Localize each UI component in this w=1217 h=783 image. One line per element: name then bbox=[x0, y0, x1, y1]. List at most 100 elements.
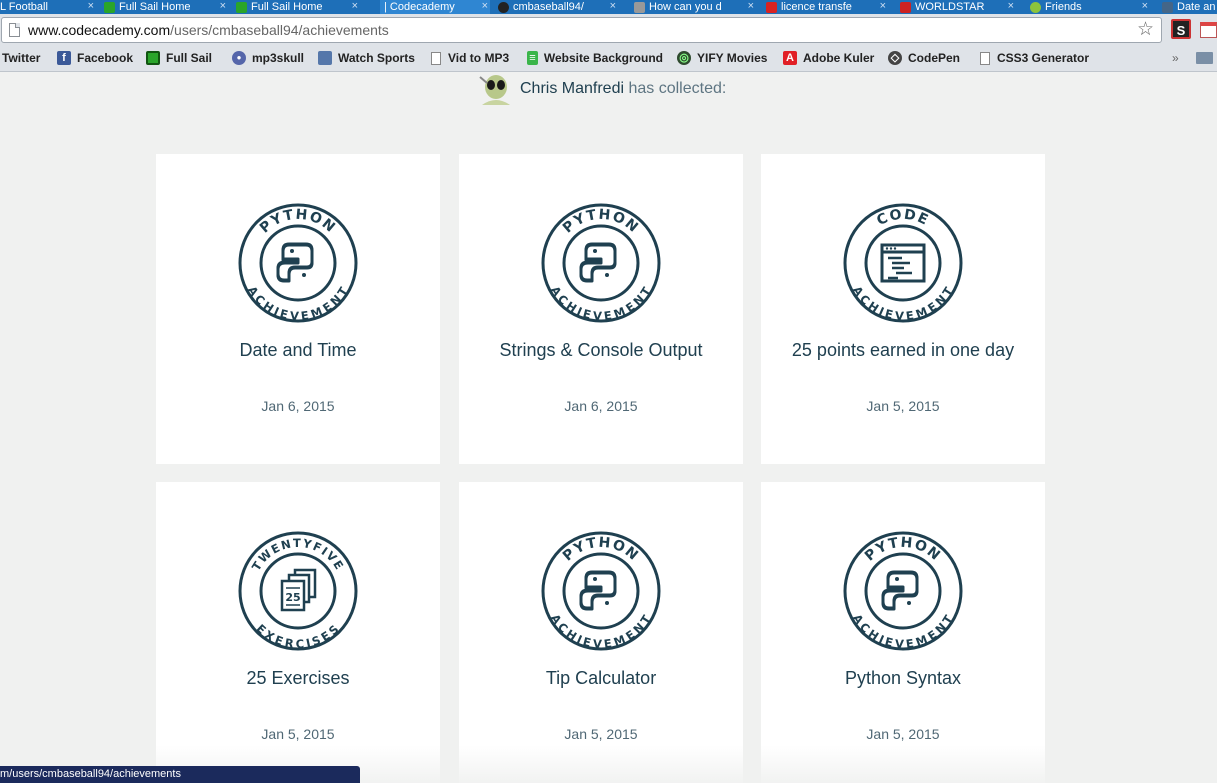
collected-heading: Chris Manfredi has collected: bbox=[520, 80, 726, 98]
achievement-card[interactable]: PYTHON ACHIEVEMENT Tip Calculator Jan 5, … bbox=[459, 482, 743, 783]
calendar-extension-icon[interactable] bbox=[1200, 22, 1217, 38]
python-achievement-badge-icon: PYTHONACHIEVEMENT bbox=[541, 531, 661, 651]
achievement-card[interactable]: PYTHON ACHIEVEMENT Strings & Console Outp… bbox=[459, 154, 743, 464]
full-sail-favicon-icon bbox=[236, 1, 247, 13]
bookmark-label: mp3skull bbox=[252, 51, 305, 65]
yify-icon: ◎ bbox=[677, 51, 691, 65]
bookmark-label: Facebook bbox=[77, 51, 134, 65]
tab-close-icon[interactable]: × bbox=[220, 0, 226, 12]
browser-tab[interactable]: How can you d × bbox=[630, 0, 756, 14]
tab-title: Friends bbox=[1045, 1, 1082, 13]
tv-icon bbox=[318, 51, 332, 65]
status-bar-url: m/users/cmbaseball94/achievements bbox=[0, 766, 360, 783]
address-bar[interactable]: www.codecademy.com/users/cmbaseball94/ac… bbox=[1, 17, 1162, 43]
achievement-card[interactable]: PYTHON ACHIEVEMENT Python Syntax Jan 5, 2… bbox=[761, 482, 1045, 783]
bookmark-facebook[interactable]: f Facebook bbox=[57, 51, 133, 65]
tab-title: L Football bbox=[0, 1, 48, 13]
achievement-title: Tip Calculator bbox=[545, 668, 657, 688]
bookmark-watch-sports[interactable]: Watch Sports bbox=[318, 51, 415, 65]
browser-tab[interactable]: licence transfe × bbox=[762, 0, 888, 14]
python-achievement-badge-icon: PYTHONACHIEVEMENT bbox=[238, 203, 358, 323]
url-host: www.codecademy.com bbox=[28, 22, 171, 38]
bookmark-mp3skull[interactable]: ● mp3skull bbox=[232, 51, 304, 65]
worldstar-favicon-icon bbox=[900, 1, 911, 13]
svg-text:ACHIEVEMENT: ACHIEVEMENT bbox=[850, 611, 956, 650]
youtube-favicon-icon bbox=[766, 1, 777, 13]
tab-title: Full Sail Home bbox=[119, 1, 191, 13]
browser-tab[interactable]: Full Sail Home × bbox=[232, 0, 360, 14]
achievement-date: Jan 6, 2015 bbox=[261, 398, 335, 414]
collected-suffix: has collected: bbox=[624, 80, 727, 97]
tab-close-icon[interactable]: × bbox=[1008, 0, 1014, 12]
bookmark-label: YIFY Movies bbox=[697, 51, 768, 65]
svg-text:ACHIEVEMENT: ACHIEVEMENT bbox=[245, 283, 351, 322]
achievement-card[interactable]: TWENTYFIVE EXERCISES 25 25 Exercises Jan 5… bbox=[156, 482, 440, 783]
other-bookmarks-folder-icon[interactable] bbox=[1196, 52, 1213, 64]
bookmark-website-background[interactable]: ≡ Website Background bbox=[527, 51, 663, 65]
tab-title: | Codecademy bbox=[384, 1, 455, 13]
achievement-title: 25 Exercises bbox=[246, 668, 350, 688]
codepen-icon: ◇ bbox=[888, 51, 902, 65]
stackexchange-favicon-icon bbox=[634, 1, 645, 13]
facebook-icon: f bbox=[57, 51, 71, 65]
svg-text:25: 25 bbox=[285, 591, 300, 604]
bookmarks-overflow-chevron-icon[interactable]: » bbox=[1172, 51, 1179, 65]
browser-tab[interactable]: L Football × bbox=[0, 0, 96, 14]
tab-title: How can you d bbox=[649, 1, 722, 13]
tab-title: Full Sail Home bbox=[251, 1, 323, 13]
bookmark-star-icon[interactable]: ☆ bbox=[1137, 20, 1154, 40]
bookmark-full-sail[interactable]: Full Sail bbox=[146, 51, 212, 65]
python-achievement-badge-icon: PYTHONACHIEVEMENT bbox=[541, 203, 661, 323]
bookmark-label: Twitter bbox=[2, 51, 41, 65]
tab-title: cmbaseball94/ bbox=[513, 1, 584, 13]
tab-close-icon[interactable]: × bbox=[610, 0, 616, 12]
browser-tab[interactable]: Friends × bbox=[1026, 0, 1150, 14]
bookmark-twitter[interactable]: Twitter bbox=[2, 51, 40, 65]
url-text[interactable]: www.codecademy.com/users/cmbaseball94/ac… bbox=[28, 22, 389, 38]
bookmark-label: Vid to MP3 bbox=[448, 51, 510, 65]
bookmark-label: CodePen bbox=[908, 51, 961, 65]
tab-close-icon[interactable]: × bbox=[352, 0, 358, 12]
browser-tab-strip: L Football × Full Sail Home × Full Sail … bbox=[0, 0, 1217, 14]
browser-toolbar: www.codecademy.com/users/cmbaseball94/ac… bbox=[0, 14, 1217, 46]
tab-close-icon[interactable]: × bbox=[482, 0, 488, 12]
browser-tab[interactable]: WORLDSTAR × bbox=[896, 0, 1016, 14]
bookmark-vid-to-mp3[interactable]: Vid to MP3 bbox=[431, 51, 509, 65]
page-icon bbox=[9, 23, 20, 37]
bookmark-codepen[interactable]: ◇ CodePen bbox=[888, 51, 960, 65]
bookmark-label: Watch Sports bbox=[338, 51, 415, 65]
bookmark-css3-generator[interactable]: CSS3 Generator bbox=[980, 51, 1089, 65]
achievement-date: Jan 5, 2015 bbox=[261, 726, 335, 742]
tab-close-icon[interactable]: × bbox=[880, 0, 886, 12]
alien-icon: ● bbox=[232, 51, 246, 65]
bookmark-label: Full Sail bbox=[166, 51, 213, 65]
avatar[interactable] bbox=[478, 73, 514, 105]
achievements-page: Chris Manfredi has collected: PYTHON ACHI… bbox=[0, 73, 1217, 783]
achievement-card[interactable]: CODE ACHIEVEMENT 25 points earned in one … bbox=[761, 154, 1045, 464]
tab-close-icon[interactable]: × bbox=[748, 0, 754, 12]
browser-tab[interactable]: Full Sail Home × bbox=[100, 0, 228, 14]
document-icon bbox=[431, 51, 441, 65]
svg-text:ACHIEVEMENT: ACHIEVEMENT bbox=[850, 283, 956, 322]
achievement-date: Jan 5, 2015 bbox=[866, 398, 940, 414]
achievement-card[interactable]: PYTHON ACHIEVEMENT Date and Time Jan 6, 2… bbox=[156, 154, 440, 464]
achievement-title: Strings & Console Output bbox=[499, 340, 703, 360]
achievement-date: Jan 5, 2015 bbox=[564, 726, 638, 742]
exercises-badge-icon: TWENTYFIVEEXERCISES25 bbox=[238, 531, 358, 651]
browser-tab[interactable]: Date an bbox=[1158, 0, 1217, 14]
full-sail-favicon-icon bbox=[104, 1, 115, 13]
bookmark-adobe-kuler[interactable]: A Adobe Kuler bbox=[783, 51, 874, 65]
browser-tab[interactable]: cmbaseball94/ × bbox=[494, 0, 618, 14]
bookmark-yify-movies[interactable]: ◎ YIFY Movies bbox=[677, 51, 767, 65]
extension-s-icon[interactable]: S bbox=[1171, 19, 1191, 39]
adobe-icon: A bbox=[783, 51, 797, 65]
tab-close-icon[interactable]: × bbox=[1142, 0, 1148, 12]
browser-tab-active[interactable]: | Codecademy × bbox=[380, 0, 490, 14]
achievement-title: Python Syntax bbox=[844, 668, 962, 688]
achievement-title: Date and Time bbox=[239, 340, 357, 360]
user-name-link[interactable]: Chris Manfredi bbox=[520, 80, 624, 97]
python-achievement-badge-icon: PYTHONACHIEVEMENT bbox=[843, 531, 963, 651]
github-favicon-icon bbox=[498, 1, 509, 13]
document-icon bbox=[980, 51, 990, 65]
tab-close-icon[interactable]: × bbox=[88, 0, 94, 12]
